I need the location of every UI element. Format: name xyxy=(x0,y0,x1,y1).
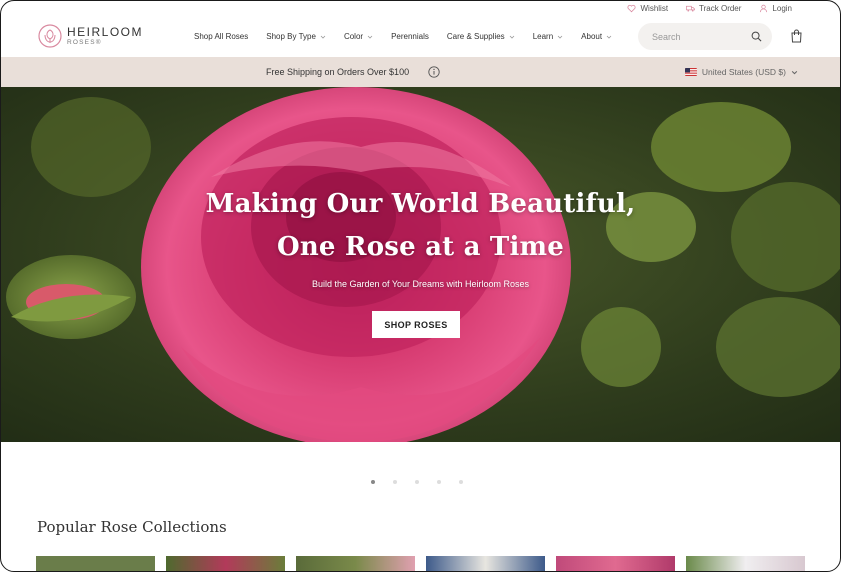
heart-icon xyxy=(627,4,636,13)
hero-subtitle: Build the Garden of Your Dreams with Hei… xyxy=(311,279,530,289)
search-icon[interactable] xyxy=(751,31,762,42)
track-order-label: Track Order xyxy=(699,4,742,13)
site-header: HEIRLOOM ROSES® Shop All Roses Shop By T… xyxy=(1,16,840,58)
chevron-down-icon xyxy=(557,35,563,39)
locale-label: United States (USD $) xyxy=(701,67,786,77)
nav-shop-by-type[interactable]: Shop By Type xyxy=(266,32,326,41)
nav-learn[interactable]: Learn xyxy=(533,32,563,41)
chevron-down-icon xyxy=(320,35,326,39)
promo-bar: Free Shipping on Orders Over $100 United… xyxy=(1,57,840,87)
collections-heading: Popular Rose Collections xyxy=(37,518,227,536)
login-link[interactable]: Login xyxy=(759,4,792,13)
nav-shop-all-roses[interactable]: Shop All Roses xyxy=(194,32,248,41)
carousel-dot[interactable] xyxy=(437,480,441,484)
hero-rose-image xyxy=(1,87,840,442)
chevron-down-icon xyxy=(791,70,798,74)
collection-thumbnail[interactable] xyxy=(296,556,415,571)
rose-logo-icon xyxy=(38,24,62,48)
brand-name: HEIRLOOM xyxy=(67,24,144,39)
nav-label: Shop By Type xyxy=(266,32,316,41)
truck-icon xyxy=(686,5,695,12)
main-nav: Shop All Roses Shop By Type Color Perenn… xyxy=(194,16,630,57)
carousel-dot[interactable] xyxy=(393,480,397,484)
hero-headline-line1: Making Our World Beautiful, xyxy=(205,189,636,219)
wishlist-link[interactable]: Wishlist xyxy=(627,4,668,13)
brand-logo[interactable]: HEIRLOOM ROSES® xyxy=(38,24,143,48)
collection-thumbnail[interactable] xyxy=(36,556,155,571)
us-flag-icon xyxy=(684,68,697,76)
promo-text: Free Shipping on Orders Over $100 xyxy=(266,67,410,77)
collection-thumbnail[interactable] xyxy=(166,556,285,571)
chevron-down-icon xyxy=(509,35,514,39)
carousel-dot[interactable] xyxy=(415,480,419,484)
nav-about[interactable]: About xyxy=(581,32,612,41)
nav-label: Shop All Roses xyxy=(194,32,249,41)
collection-thumbnail[interactable] xyxy=(426,556,545,571)
login-label: Login xyxy=(772,4,792,13)
locale-selector[interactable]: United States (USD $) xyxy=(684,67,798,77)
nav-label: Care & Supplies xyxy=(446,32,505,41)
collections-thumbnails xyxy=(36,556,805,571)
search-box xyxy=(638,23,772,50)
nav-care-supplies[interactable]: Care & Supplies xyxy=(447,32,515,41)
collection-thumbnail[interactable] xyxy=(686,556,805,571)
utility-bar: Wishlist Track Order Login xyxy=(1,1,840,16)
carousel-dot[interactable] xyxy=(371,480,375,484)
brand-subname: ROSES® xyxy=(67,38,102,46)
carousel-dots xyxy=(371,480,463,484)
collection-thumbnail[interactable] xyxy=(556,556,675,571)
nav-label: Learn xyxy=(532,32,554,41)
wishlist-label: Wishlist xyxy=(640,4,669,13)
chevron-down-icon xyxy=(606,35,612,39)
cart-icon[interactable] xyxy=(790,29,803,43)
hero-banner: Making Our World Beautiful, One Rose at … xyxy=(1,87,840,442)
nav-color[interactable]: Color xyxy=(344,32,373,41)
chevron-down-icon xyxy=(367,35,373,39)
nav-label: Perennials xyxy=(391,32,429,41)
hero-headline-line2: One Rose at a Time xyxy=(276,232,564,262)
search-input[interactable] xyxy=(650,30,754,43)
shop-roses-button[interactable]: SHOP ROSES xyxy=(372,311,460,338)
nav-label: Color xyxy=(343,32,364,41)
track-order-link[interactable]: Track Order xyxy=(686,4,741,13)
nav-label: About xyxy=(581,32,603,41)
page-frame: Wishlist Track Order Login HEIRLOOM ROSE… xyxy=(0,0,841,572)
info-icon[interactable] xyxy=(428,66,440,78)
carousel-dot[interactable] xyxy=(459,480,463,484)
user-icon xyxy=(760,4,768,13)
nav-perennials[interactable]: Perennials xyxy=(391,32,429,41)
